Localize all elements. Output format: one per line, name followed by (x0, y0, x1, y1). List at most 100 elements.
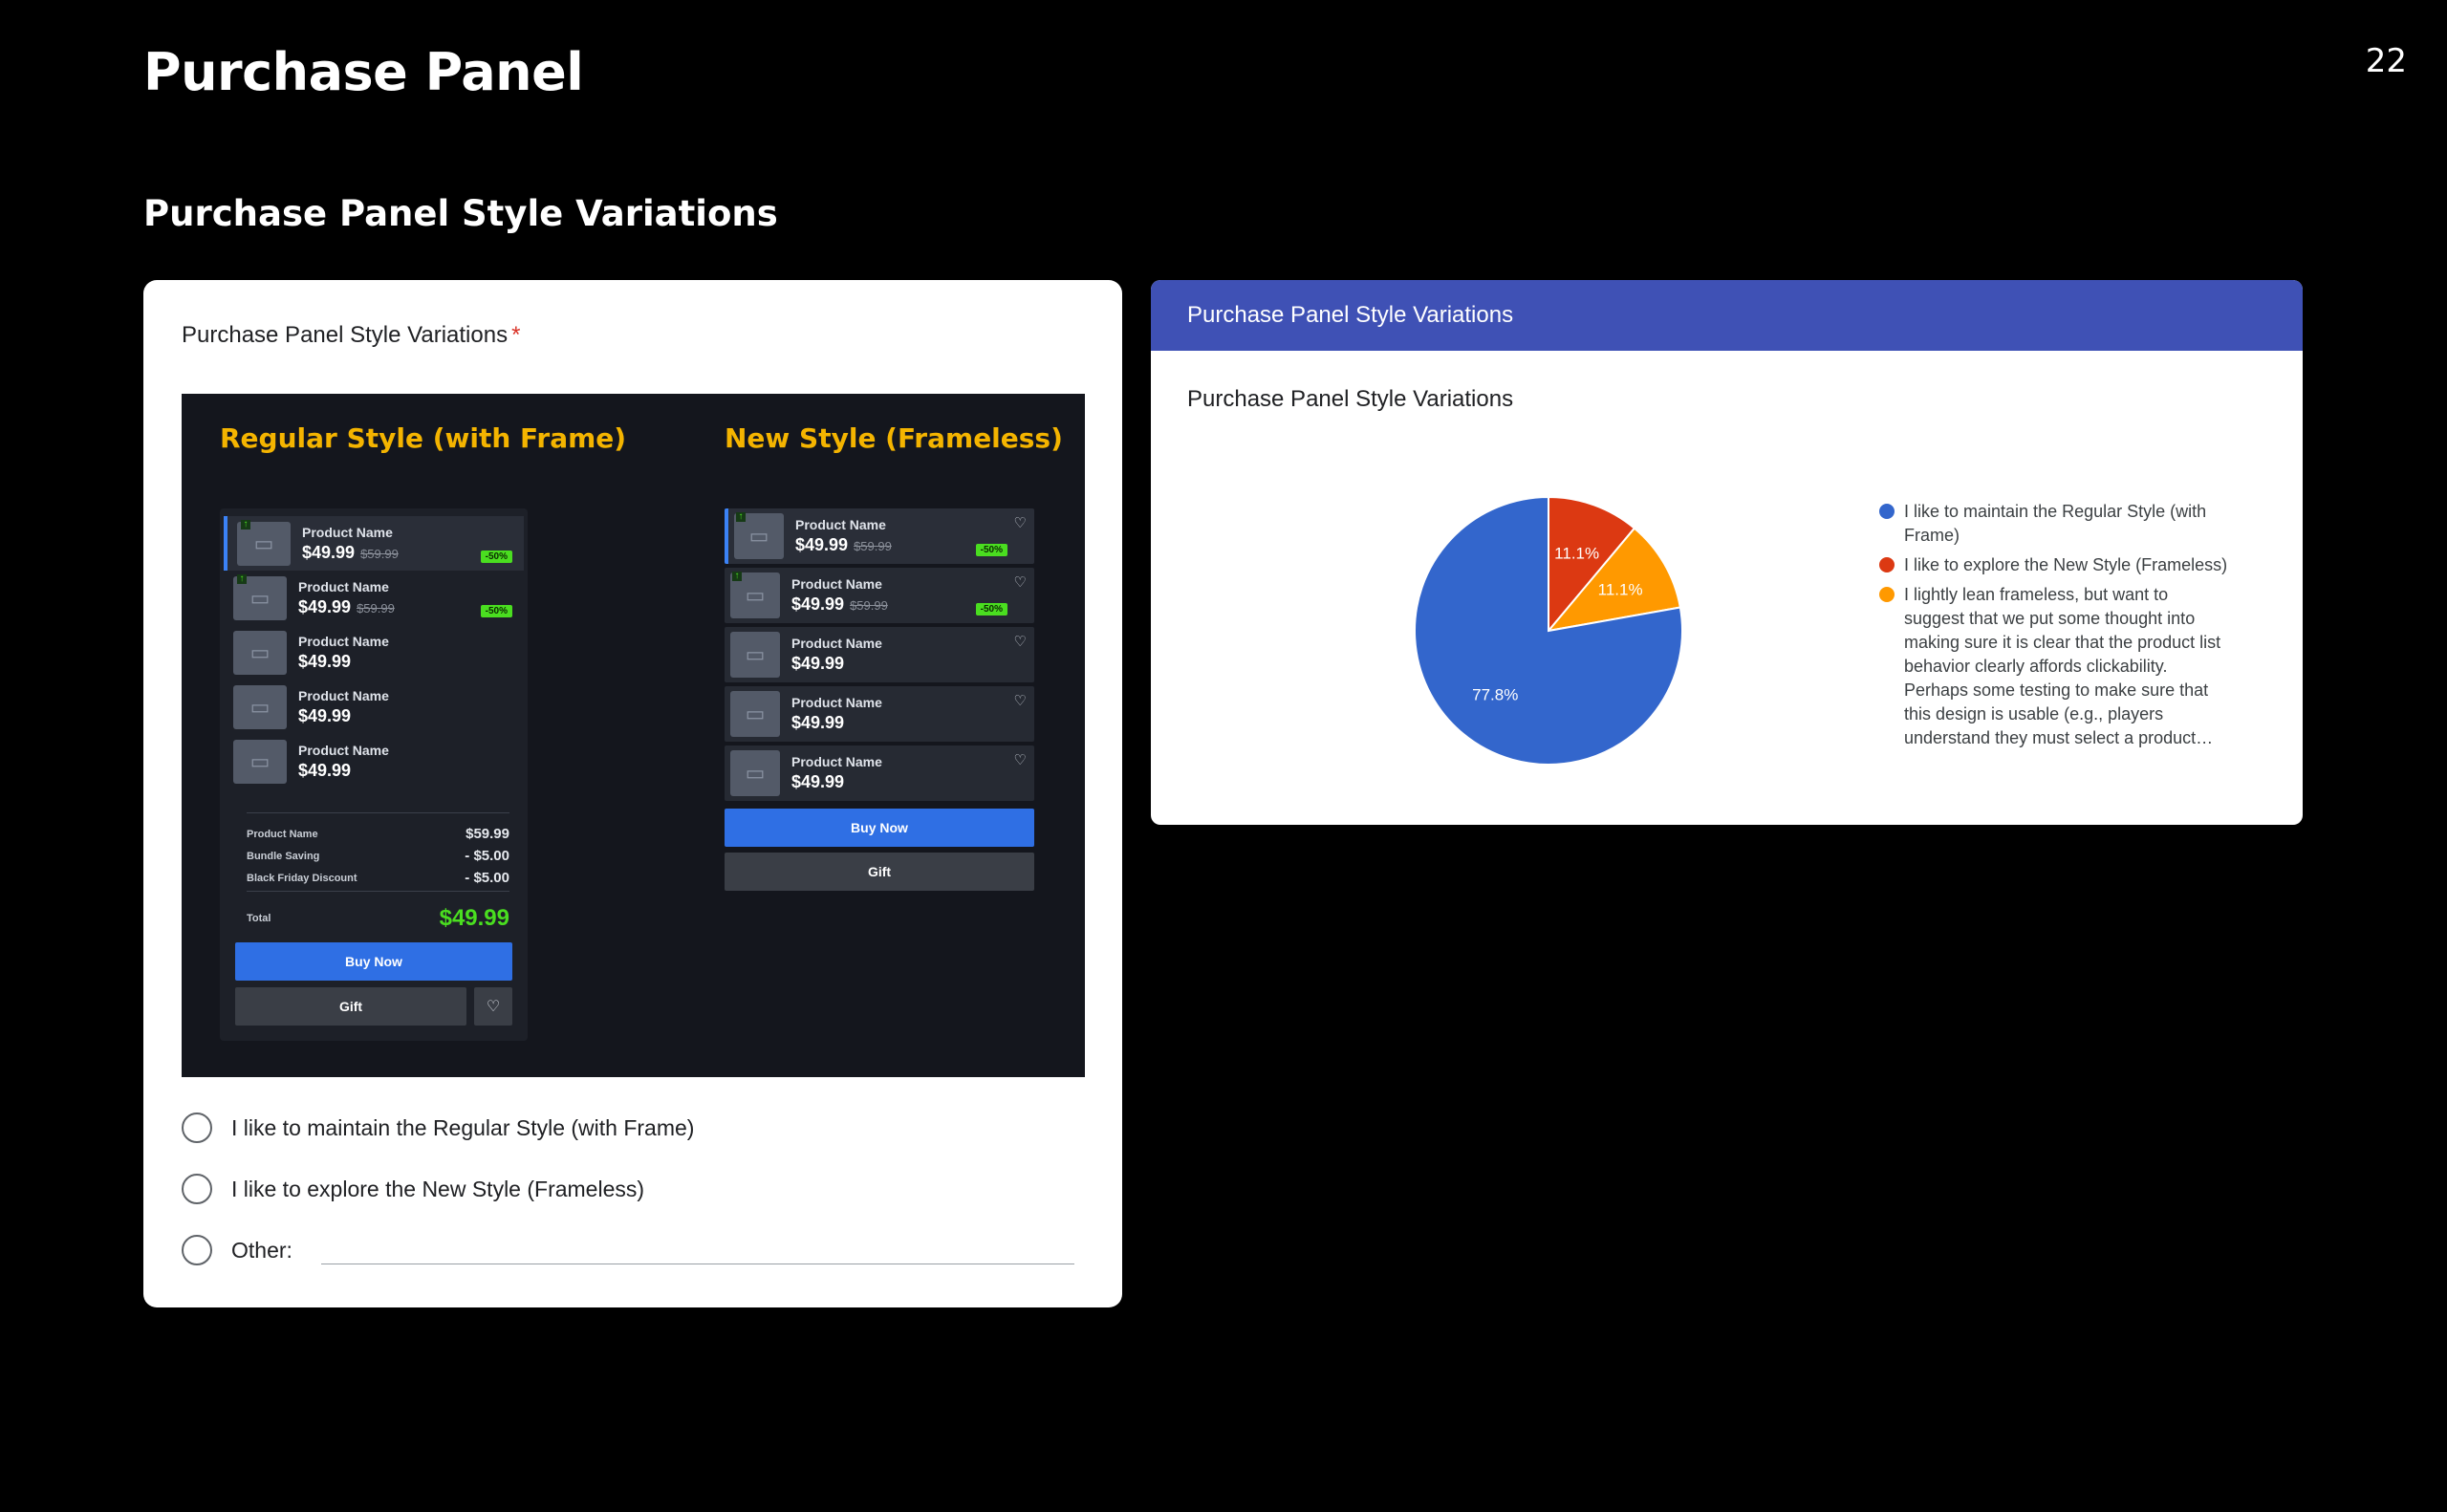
heart-icon: ♡ (1013, 693, 1027, 709)
heart-icon: ♡ (1013, 634, 1027, 650)
option-label: I like to maintain the Regular Style (wi… (231, 1114, 695, 1140)
image-placeholder-icon: ▭ (233, 630, 287, 675)
legend-label: I like to explore the New Style (Framele… (1904, 555, 2228, 574)
new-style-panel: ↑ ▭ Product Name $49.99 $59.99 ♡ -50% ↑ ▭… (725, 508, 1034, 891)
pie-slices: 11.1% 11.1% 77.8% (1414, 495, 1683, 766)
option-label: Other: (231, 1237, 292, 1263)
product-info: Product Name $49.99 (791, 754, 882, 792)
style-preview-image: Regular Style (with Frame) New Style (Fr… (182, 394, 1085, 1077)
product-info: Product Name $49.99 (791, 636, 882, 674)
product-price: $49.99 (791, 713, 845, 732)
price-old: $59.99 (357, 600, 395, 616)
product-name: Product Name (791, 695, 882, 710)
product-name: Product Name (791, 636, 882, 651)
price-old: $59.99 (360, 546, 399, 561)
pie-slice-label: 11.1% (1598, 581, 1643, 599)
new-product-row-4: ▭ Product Name $49.99 ♡ (725, 686, 1034, 742)
legend-item: I like to maintain the Regular Style (wi… (1879, 500, 2233, 548)
price-old: $59.99 (854, 539, 892, 553)
other-text-input[interactable] (320, 1236, 1074, 1264)
legend-item: I like to explore the New Style (Framele… (1879, 553, 2233, 577)
legend-label: I lightly lean frameless, but want to su… (1904, 585, 2221, 747)
legend-dot-icon (1879, 587, 1895, 602)
summary-line: Bundle Saving - $5.00 (247, 845, 509, 867)
regular-product-row-4: ▭ Product Name $49.99 (224, 680, 524, 734)
regular-product-row-1: ↑ ▭ Product Name $49.99 $59.99 -50% (224, 516, 524, 571)
summary-line: Black Friday Discount - $5.00 (247, 867, 509, 889)
heart-icon: ♡ (1013, 752, 1027, 768)
option-new-style[interactable]: I like to explore the New Style (Framele… (182, 1158, 1074, 1220)
legend-label: I like to maintain the Regular Style (wi… (1904, 502, 2207, 545)
pie-slice-label: 77.8% (1472, 686, 1518, 704)
radio-button[interactable] (182, 1235, 212, 1265)
product-name: Product Name (298, 742, 389, 758)
product-price: $49.99 $59.99 (302, 543, 399, 563)
radio-button[interactable] (182, 1112, 212, 1143)
chart-legend: I like to maintain the Regular Style (wi… (1879, 500, 2233, 756)
form-question-title: Purchase Panel Style Variations * (182, 322, 520, 349)
legend-dot-icon (1879, 557, 1895, 572)
radio-button[interactable] (182, 1174, 212, 1204)
regular-style-heading: Regular Style (with Frame) (220, 422, 627, 454)
product-info: Product Name $49.99 (298, 634, 389, 672)
option-regular-style[interactable]: I like to maintain the Regular Style (wi… (182, 1097, 1074, 1158)
regular-product-row-3: ▭ Product Name $49.99 (224, 625, 524, 680)
regular-product-row-5: ▭ Product Name $49.99 (224, 734, 524, 788)
product-name: Product Name (791, 754, 882, 769)
summary-value: - $5.00 (465, 870, 509, 886)
summary-value: $59.99 (466, 826, 509, 842)
image-placeholder-icon: ▭ (730, 691, 780, 737)
discount-badge: -50% (480, 605, 512, 617)
price-current: $49.99 (791, 594, 845, 614)
product-price: $49.99 $59.99 (795, 535, 892, 555)
price-current: $49.99 (795, 535, 849, 554)
new-style-heading: New Style (Frameless) (725, 422, 1063, 454)
slide-title: Purchase Panel (143, 42, 584, 102)
product-name: Product Name (302, 524, 393, 540)
product-info: Product Name $49.99 (298, 688, 389, 726)
discount-badge: -50% (975, 544, 1007, 556)
total-label: Total (247, 913, 271, 924)
new-product-row-1: ↑ ▭ Product Name $49.99 $59.99 ♡ -50% (725, 508, 1034, 564)
required-mark: * (511, 322, 521, 348)
product-price: $49.99 (298, 760, 352, 780)
results-card: Purchase Panel Style Variations Purchase… (1151, 280, 2303, 825)
summary-label: Product Name (247, 828, 318, 840)
new-product-row-3: ▭ Product Name $49.99 ♡ (725, 627, 1034, 682)
product-info: Product Name $49.99 $59.99 (302, 525, 399, 563)
total-line: Total $49.99 (247, 891, 509, 932)
section-title: Purchase Panel Style Variations (143, 193, 778, 234)
results-header: Purchase Panel Style Variations (1151, 280, 2303, 351)
product-price: $49.99 (298, 651, 352, 671)
upgrade-arrow-icon: ↑ (732, 572, 742, 581)
regular-style-panel: ↑ ▭ Product Name $49.99 $59.99 -50% ↑ ▭ P… (220, 508, 528, 1041)
product-info: Product Name $49.99 $59.99 (791, 576, 888, 615)
product-info: Product Name $49.99 (298, 743, 389, 781)
upgrade-arrow-icon: ↑ (241, 520, 250, 529)
heart-icon: ♡ (1013, 574, 1027, 591)
price-current: $49.99 (302, 542, 356, 562)
option-other[interactable]: Other: (182, 1220, 1074, 1281)
total-value: $49.99 (439, 905, 509, 931)
regular-buy-now-button: Buy Now (235, 942, 512, 981)
product-price: $49.99 (791, 772, 845, 791)
image-placeholder-icon: ▭ (233, 739, 287, 784)
product-price: $49.99 $59.99 (791, 594, 888, 615)
regular-product-list: ↑ ▭ Product Name $49.99 $59.99 -50% ↑ ▭ P… (220, 508, 528, 788)
product-name: Product Name (298, 633, 389, 649)
form-question-text: Purchase Panel Style Variations (182, 322, 509, 348)
new-product-row-5: ▭ Product Name $49.99 ♡ (725, 745, 1034, 801)
price-current: $49.99 (298, 596, 352, 616)
discount-badge: -50% (480, 551, 512, 563)
discount-badge: -50% (975, 603, 1007, 616)
image-placeholder-icon: ▭ (233, 684, 287, 729)
product-price: $49.99 $59.99 (298, 597, 395, 617)
price-summary: Product Name $59.99 Bundle Saving - $5.00 … (247, 812, 509, 889)
product-name: Product Name (791, 576, 882, 592)
page-number: 22 (2365, 42, 2407, 80)
regular-product-row-2: ↑ ▭ Product Name $49.99 $59.99 -50% (224, 571, 524, 625)
product-info: Product Name $49.99 (791, 695, 882, 733)
product-price: $49.99 (298, 705, 352, 725)
product-name: Product Name (298, 687, 389, 703)
product-name: Product Name (795, 517, 886, 532)
